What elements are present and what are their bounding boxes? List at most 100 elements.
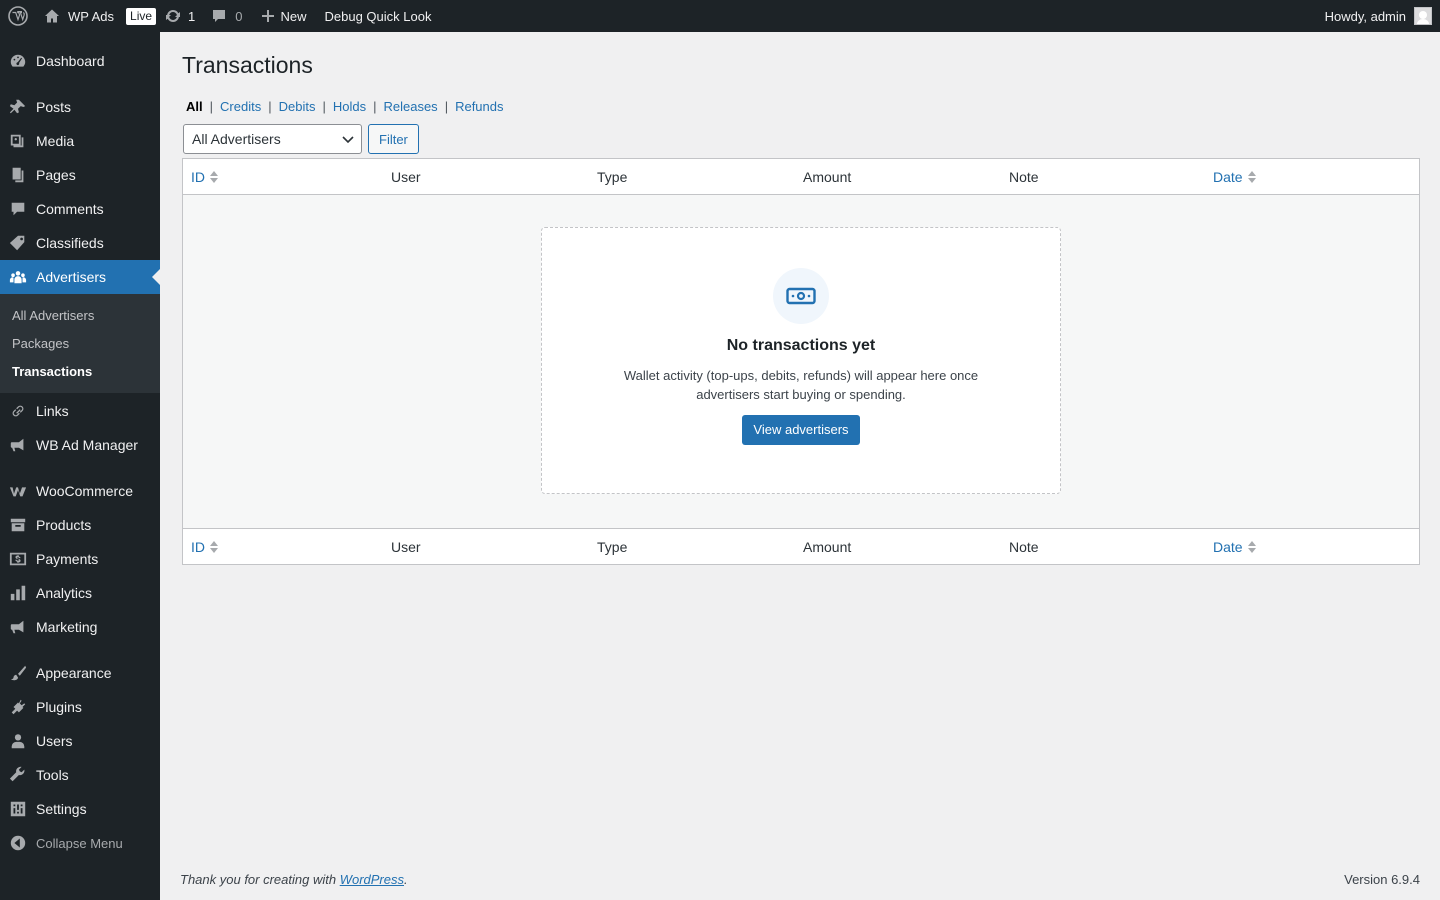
menu-advertisers[interactable]: Advertisers <box>0 260 160 294</box>
main-content: Transactions All | Credits | Debits | Ho… <box>160 32 1440 900</box>
dashboard-icon <box>0 52 36 70</box>
column-label: ID <box>191 168 205 185</box>
debug-label: Debug Quick Look <box>324 8 432 24</box>
woo-icon <box>0 482 36 500</box>
column-label: Date <box>1213 538 1243 555</box>
column-user-header: User <box>391 168 421 185</box>
menu-comments[interactable]: Comments <box>0 192 160 226</box>
sort-icon <box>210 540 218 553</box>
menu-woocommerce[interactable]: WooCommerce <box>0 474 160 508</box>
menu-appearance[interactable]: Appearance <box>0 656 160 690</box>
separator: | <box>268 99 272 114</box>
wordpress-link[interactable]: WordPress <box>340 872 404 887</box>
menu-products[interactable]: Products <box>0 508 160 542</box>
footer-thanks: Thank you for creating with WordPress. <box>180 872 408 887</box>
menu-label: Products <box>36 517 92 533</box>
comments-count: 0 <box>235 8 243 24</box>
empty-state-title: No transactions yet <box>726 337 876 354</box>
view-holds[interactable]: Holds <box>333 99 366 114</box>
view-releases[interactable]: Releases <box>383 99 437 114</box>
menu-dashboard[interactable]: Dashboard <box>0 44 160 78</box>
view-credits[interactable]: Credits <box>220 99 261 114</box>
menu-pages[interactable]: Pages <box>0 158 160 192</box>
menu-settings[interactable]: Settings <box>0 792 160 826</box>
menu-links[interactable]: Links <box>0 394 160 428</box>
column-date-footer[interactable]: Date <box>1213 539 1413 555</box>
empty-state-text: Wallet activity (top-ups, debits, refund… <box>623 368 979 402</box>
money-icon <box>0 550 36 568</box>
collapse-menu-button[interactable]: Collapse Menu <box>0 826 160 860</box>
column-id-header[interactable]: ID <box>183 169 391 185</box>
menu-label: WB Ad Manager <box>36 437 138 453</box>
collapse-icon <box>0 834 36 852</box>
money-bill-icon <box>773 268 829 324</box>
submenu-all-advertisers[interactable]: All Advertisers <box>0 301 160 329</box>
column-type-footer: Type <box>597 538 628 555</box>
filter-row: All Advertisers Filter <box>183 124 419 154</box>
submenu-transactions[interactable]: Transactions <box>0 357 160 385</box>
separator: | <box>322 99 326 114</box>
column-date-header[interactable]: Date <box>1213 169 1413 185</box>
menu-plugins[interactable]: Plugins <box>0 690 160 724</box>
plus-icon <box>261 10 274 22</box>
filter-button[interactable]: Filter <box>368 124 419 154</box>
wordpress-logo-icon[interactable] <box>0 0 36 32</box>
updates-link[interactable]: 1 <box>156 0 195 32</box>
plug-icon <box>0 698 36 716</box>
comment-icon <box>0 200 36 218</box>
pin-icon <box>0 98 36 116</box>
new-content-link[interactable]: New <box>243 0 307 32</box>
avatar <box>1414 7 1432 25</box>
megaphone-icon <box>0 436 36 454</box>
column-note-header: Note <box>1009 168 1039 185</box>
media-icon <box>0 132 36 150</box>
separator: | <box>373 99 377 114</box>
menu-label: Media <box>36 133 75 149</box>
menu-marketing[interactable]: Marketing <box>0 610 160 644</box>
debug-quick-look-link[interactable]: Debug Quick Look <box>307 0 432 32</box>
menu-label: Payments <box>36 551 99 567</box>
view-filter-links: All | Credits | Debits | Holds | Release… <box>186 99 504 114</box>
menu-posts[interactable]: Posts <box>0 90 160 124</box>
menu-analytics[interactable]: Analytics <box>0 576 160 610</box>
menu-label: Settings <box>36 801 87 817</box>
chevron-down-icon <box>342 136 354 144</box>
site-name-link[interactable]: WP Ads Live <box>36 0 157 32</box>
menu-label: Users <box>36 733 73 749</box>
comments-link[interactable]: 0 <box>195 0 243 32</box>
menu-label: Comments <box>36 201 104 217</box>
footer-text: . <box>404 872 408 887</box>
menu-tools[interactable]: Tools <box>0 758 160 792</box>
menu-label: Plugins <box>36 699 82 715</box>
column-id-footer[interactable]: ID <box>183 539 391 555</box>
advertisers-submenu: All Advertisers Packages Transactions <box>0 294 160 393</box>
empty-state: No transactions yet Wallet activity (top… <box>541 227 1061 494</box>
footer-text: Thank you for creating with <box>180 872 340 887</box>
view-refunds[interactable]: Refunds <box>455 99 503 114</box>
submenu-packages[interactable]: Packages <box>0 329 160 357</box>
megaphone-icon <box>0 618 36 636</box>
admin-bar: WP Ads Live 1 0 New Debug Quick Look How… <box>0 0 1440 32</box>
menu-label: Appearance <box>36 665 112 681</box>
menu-label: Marketing <box>36 619 98 635</box>
menu-label: Collapse Menu <box>36 835 123 851</box>
menu-label: Dashboard <box>36 53 105 69</box>
user-icon <box>0 732 36 750</box>
my-account-link[interactable]: Howdy, admin <box>1325 0 1432 32</box>
tag-icon <box>0 234 36 252</box>
menu-media[interactable]: Media <box>0 124 160 158</box>
menu-classifieds[interactable]: Classifieds <box>0 226 160 260</box>
view-advertisers-button[interactable]: View advertisers <box>742 415 860 445</box>
view-all[interactable]: All <box>186 99 203 114</box>
groups-icon <box>0 268 36 286</box>
sort-icon <box>210 170 218 183</box>
refresh-icon <box>166 10 181 22</box>
menu-users[interactable]: Users <box>0 724 160 758</box>
transactions-table: ID User Type Amount Note Date No transac… <box>182 158 1420 565</box>
menu-label: Classifieds <box>36 235 104 251</box>
view-debits[interactable]: Debits <box>279 99 316 114</box>
column-note-footer: Note <box>1009 538 1039 555</box>
menu-wb-ad-manager[interactable]: WB Ad Manager <box>0 428 160 462</box>
menu-payments[interactable]: Payments <box>0 542 160 576</box>
advertiser-select[interactable]: All Advertisers <box>183 124 362 154</box>
